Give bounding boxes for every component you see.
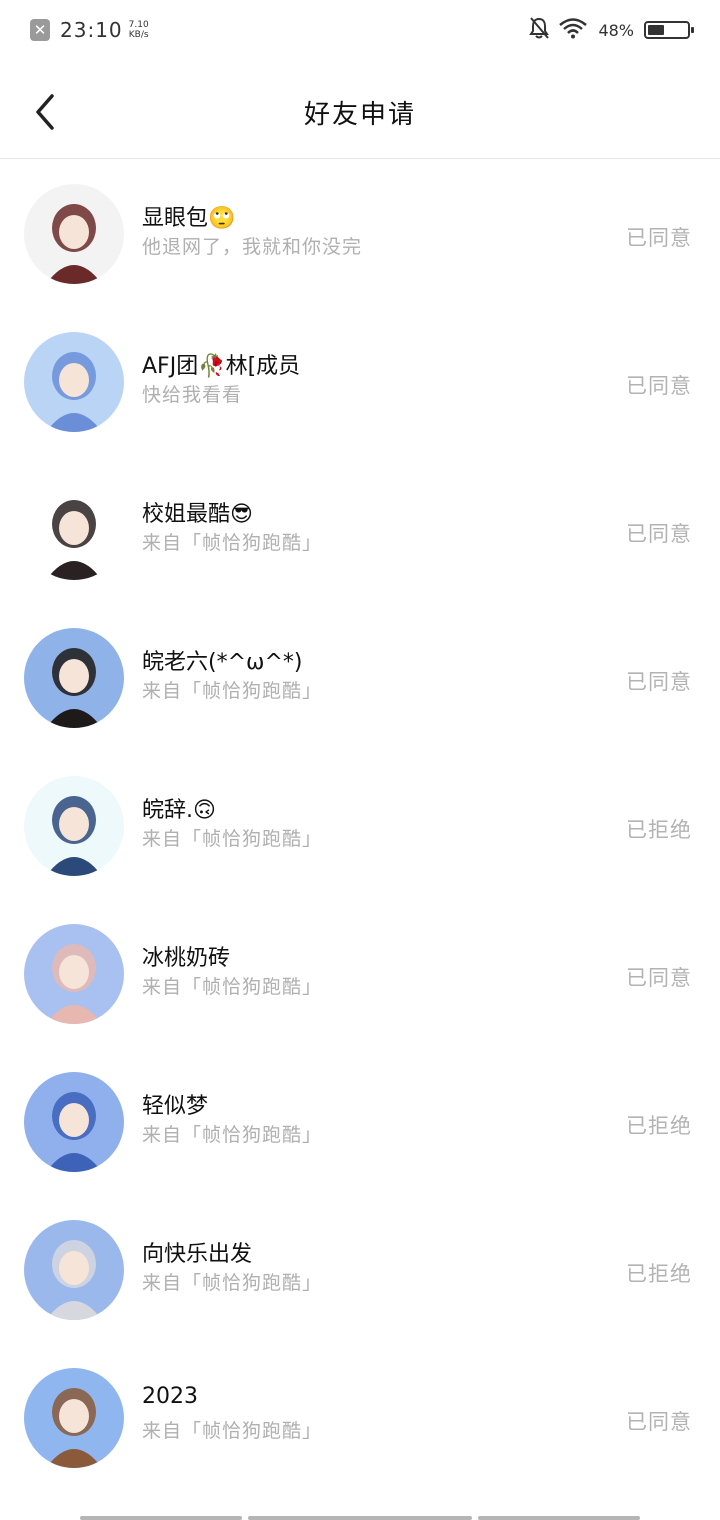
request-message: 来自「帧恰狗跑酷」	[142, 680, 323, 702]
network-speed-value: 7.10	[128, 20, 149, 30]
notification-close-icon: ✕	[30, 19, 50, 41]
avatar[interactable]	[24, 184, 124, 284]
request-message: 快给我看看	[142, 384, 243, 406]
friend-request-row[interactable]: 向快乐出发来自「帧恰狗跑酷」 已拒绝	[0, 1196, 720, 1344]
wifi-icon	[558, 17, 588, 43]
friend-request-row[interactable]: 皖老六(*^ω^*) 来自「帧恰狗跑酷」 已同意	[0, 604, 720, 752]
friend-request-row[interactable]: 校姐最酷😎 来自「帧恰狗跑酷」 已同意	[0, 456, 720, 604]
request-message: 他退网了，我就和你没完	[142, 236, 363, 258]
request-message: 来自「帧恰狗跑酷」	[142, 976, 323, 998]
request-status: 已拒绝	[626, 1262, 692, 1286]
request-status: 已同意	[626, 374, 692, 398]
requester-name: 显眼包🙄	[142, 206, 236, 231]
network-speed-unit: KB/s	[128, 30, 149, 40]
friend-request-list: 显眼包🙄 他退网了，我就和你没完 已同意 AFJ团🥀林[成员 快给我看看 已同意 校姐最酷😎…	[0, 160, 720, 1492]
nav-header: 好友申请	[0, 64, 720, 159]
bell-muted-icon	[528, 16, 550, 44]
avatar[interactable]	[24, 776, 124, 876]
status-bar-left: ✕ 23:10 7.10 KB/s	[30, 18, 149, 42]
status-time: 23:10	[60, 18, 123, 42]
page-title: 好友申请	[303, 100, 416, 130]
requester-name: 2023	[142, 1384, 198, 1409]
avatar[interactable]	[24, 924, 124, 1024]
friend-request-row[interactable]: 轻似梦来自「帧恰狗跑酷」 已拒绝	[0, 1048, 720, 1196]
network-speed: 7.10 KB/s	[129, 20, 149, 40]
request-status: 已同意	[626, 226, 692, 250]
battery-percent: 48%	[598, 20, 634, 40]
request-status: 已同意	[626, 1410, 692, 1434]
requester-name: 校姐最酷😎	[142, 502, 253, 527]
requester-name: 冰桃奶砖	[142, 946, 231, 971]
requester-name: 皖老六(*^ω^*)	[142, 650, 303, 675]
avatar[interactable]	[24, 628, 124, 728]
request-message: 来自「帧恰狗跑酷」	[142, 1420, 323, 1442]
friend-request-row[interactable]: AFJ团🥀林[成员 快给我看看 已同意	[0, 308, 720, 456]
partial-row-segment	[80, 1516, 242, 1520]
avatar[interactable]	[24, 1220, 124, 1320]
avatar[interactable]	[24, 1368, 124, 1468]
request-status: 已拒绝	[626, 1114, 692, 1138]
avatar[interactable]	[24, 332, 124, 432]
partial-row-segment	[248, 1516, 472, 1520]
status-bar-right: 48%	[520, 16, 694, 44]
avatar[interactable]	[24, 480, 124, 580]
request-status: 已同意	[626, 670, 692, 694]
friend-request-row[interactable]: 皖辞.🙃 来自「帧恰狗跑酷」 已拒绝	[0, 752, 720, 900]
request-message: 来自「帧恰狗跑酷」	[142, 532, 323, 554]
avatar[interactable]	[24, 1072, 124, 1172]
requester-name: 向快乐出发	[142, 1242, 253, 1267]
battery-level	[648, 25, 665, 35]
request-message: 来自「帧恰狗跑酷」	[142, 1272, 323, 1294]
request-status: 已同意	[626, 522, 692, 546]
requester-name: AFJ团🥀林[成员	[142, 354, 301, 379]
request-message: 来自「帧恰狗跑酷」	[142, 1124, 323, 1146]
friend-request-row[interactable]: 2023 来自「帧恰狗跑酷」 已同意	[0, 1344, 720, 1492]
requester-name: 皖辞.🙃	[142, 798, 216, 823]
partial-row	[0, 1492, 720, 1520]
status-bar: ✕ 23:10 7.10 KB/s 48%	[0, 0, 720, 64]
request-message: 来自「帧恰狗跑酷」	[142, 828, 323, 850]
requester-name: 轻似梦	[142, 1094, 209, 1119]
request-status: 已同意	[626, 966, 692, 990]
battery-icon	[644, 21, 694, 39]
request-status: 已拒绝	[626, 818, 692, 842]
friend-request-row[interactable]: 显眼包🙄 他退网了，我就和你没完 已同意	[0, 160, 720, 308]
friend-request-row[interactable]: 冰桃奶砖来自「帧恰狗跑酷」 已同意	[0, 900, 720, 1048]
partial-row-segment	[478, 1516, 640, 1520]
